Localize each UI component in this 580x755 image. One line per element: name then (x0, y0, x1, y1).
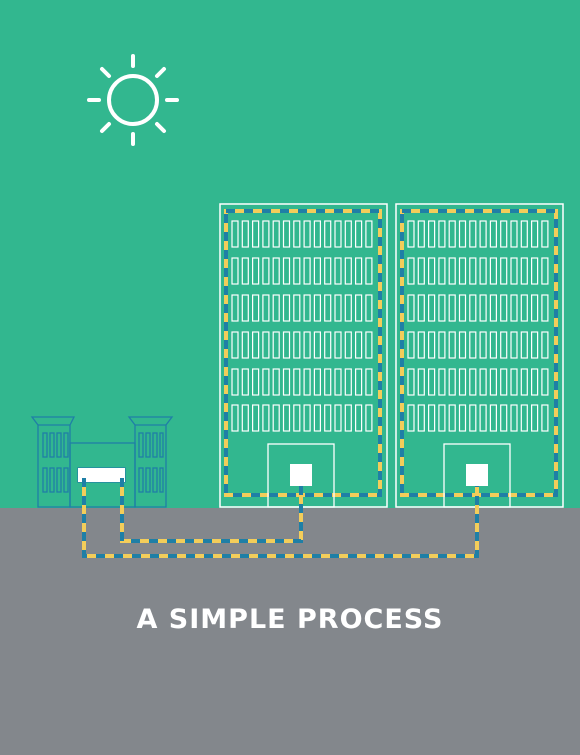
meter-box (466, 464, 488, 486)
page-title: A SIMPLE PROCESS (136, 604, 444, 635)
meter-box (290, 464, 312, 486)
process-illustration (0, 0, 580, 755)
sky-background (0, 0, 580, 508)
